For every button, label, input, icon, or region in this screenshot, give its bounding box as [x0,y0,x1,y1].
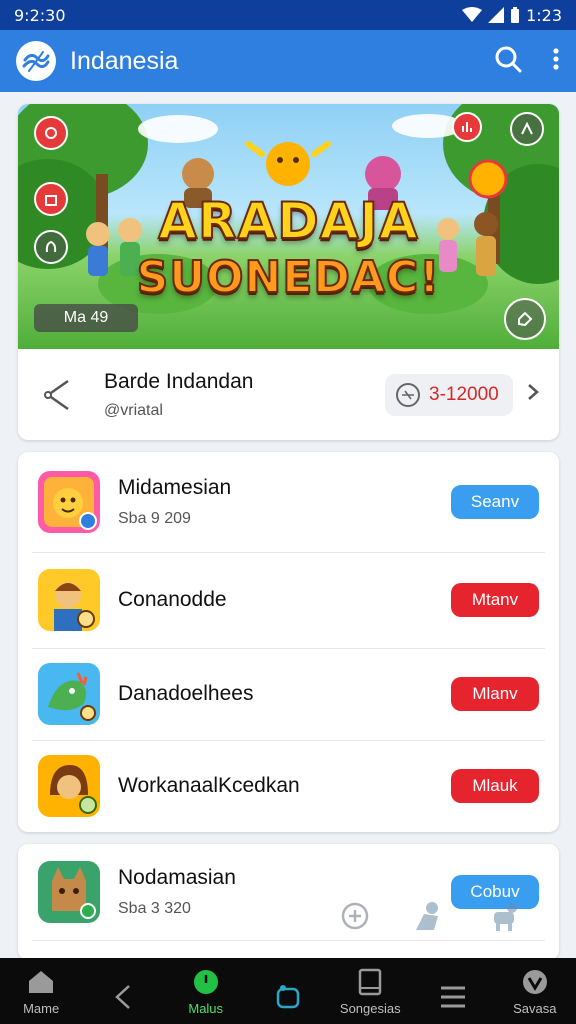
edit-icon[interactable] [504,298,546,340]
price-value: 3-12000 [429,383,499,405]
list-item-title: Conanodde [118,588,227,611]
nav-item-menu[interactable] [411,958,493,1024]
menu-icon [439,980,467,1014]
signal-icon [488,7,505,23]
list-item-title: Midamesian [118,476,232,499]
banner-title-line2: SUONEDAC! [136,251,441,304]
list-item[interactable]: Conanodde Mtanv [18,552,559,648]
nav-item-back[interactable] [82,958,164,1024]
nav-item-savasa[interactable]: Savasa [494,958,576,1024]
nav-item-tag[interactable] [247,958,329,1024]
status-time-right: 1:23 [526,5,562,25]
nav-label: Mame [23,1001,60,1016]
status-time-left: 9:2:30 [14,5,66,25]
more-vertical-icon[interactable] [552,47,560,76]
swirl-logo-icon [16,41,56,81]
app-list: Midamesian Sba 9 209 Seanv Conanodde Mta… [18,452,559,832]
featured-info: Barde Indandan @vriatal 3-12000 [18,349,559,440]
list-item-subtitle: Sba 9 209 [118,510,191,527]
back-icon [111,980,135,1014]
list-item-title: Danadoelhees [118,682,254,705]
chevron-right-icon[interactable] [527,383,539,406]
tag-icon [273,980,303,1014]
battery-icon [511,7,520,23]
tablet-icon [357,965,383,999]
status-icons: 1:23 [462,6,562,25]
nav-label: Malus [188,1001,224,1016]
nav-label: Savasa [513,1001,557,1016]
stats-icon[interactable] [452,112,482,142]
list-item[interactable]: WorkanaalKcedkan Mlauk [18,740,559,832]
list-item-action-button[interactable]: Seanv [451,485,539,519]
app-list-secondary: Nodamasian Sba 3 320 Cobuv [18,844,559,960]
nav-item-malus[interactable]: Malus [165,958,247,1024]
wifi-icon [462,7,483,22]
leaf-icon[interactable] [34,230,68,264]
banner-title-line1: ARADAJA [157,191,419,251]
app-bar: Indanesia [0,30,576,92]
circle-icon [192,965,220,999]
featured-card: ARADAJA SUONEDAC! Ma 49 Barde Indandan @… [18,104,559,440]
list-item-title: Nodamasian [118,866,236,889]
shield-icon [521,965,549,999]
app-icon [38,471,100,533]
featured-subtitle: @vriatal [104,401,163,419]
list-item-title: WorkanaalKcedkan [118,774,300,797]
list-item-action-button[interactable]: Mlanv [451,677,539,711]
nav-label: Songesias [339,1001,401,1016]
list-item-action-button[interactable]: Mtanv [451,583,539,617]
person-icon[interactable] [412,900,446,932]
coin-icon [396,382,420,407]
add-circle-icon[interactable] [340,901,370,931]
bottom-navigation: Mame Malus Songesias Savasa [0,958,576,1024]
record-icon[interactable] [34,116,68,150]
nav-item-home[interactable]: Mame [0,958,82,1024]
banner-badge: Ma 49 [34,304,138,332]
list-item[interactable]: Midamesian Sba 9 209 Seanv [18,452,559,552]
featured-title: Barde Indandan [104,369,254,393]
price-button[interactable]: 3-12000 [385,373,513,416]
list-item-divider [18,940,559,960]
status-bar: 9:2:30 1:23 [0,0,576,30]
app-icon [38,861,100,923]
floating-action-icons [340,900,520,932]
home-icon [27,965,55,999]
featured-banner[interactable]: ARADAJA SUONEDAC! Ma 49 [18,104,559,349]
list-item-action-button[interactable]: Mlauk [451,769,539,803]
page-title: Indanesia [70,46,179,75]
list-item[interactable]: Danadoelhees Mlanv [18,648,559,740]
nav-item-songesias[interactable]: Songesias [329,958,411,1024]
gift-icon[interactable] [34,182,68,216]
app-icon [38,569,100,631]
share-icon[interactable] [38,377,78,413]
app-icon [38,755,100,817]
app-icon [38,663,100,725]
list-item[interactable]: Nodamasian Sba 3 320 Cobuv [18,844,559,940]
pet-icon[interactable] [488,900,520,932]
search-icon[interactable] [494,45,522,78]
expand-icon[interactable] [510,112,544,146]
